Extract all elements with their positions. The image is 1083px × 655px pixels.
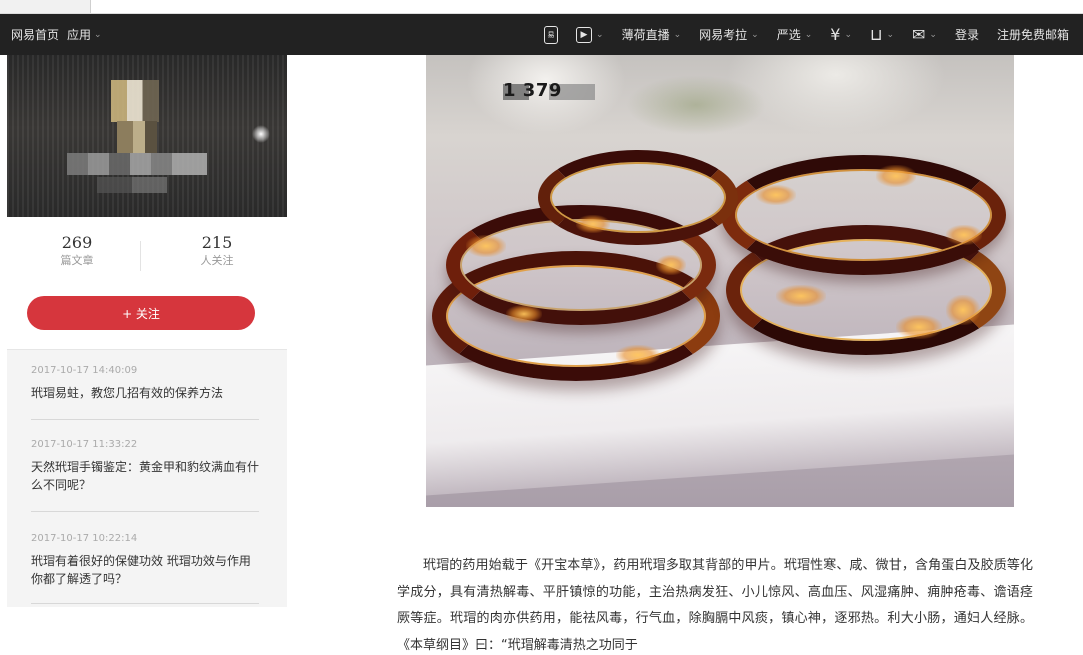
login-link[interactable]: 登录	[946, 14, 988, 55]
article-body: 玳瑁的药用始载于《开宝本草》，药用玳瑁多取其背部的甲片。玳瑁性寒、咸、微甘，含角…	[397, 553, 1033, 655]
followers-count: 215	[201, 233, 233, 252]
chevron-down-icon: ⌄	[929, 29, 937, 40]
register-mail-link[interactable]: 注册免费邮箱	[988, 14, 1078, 55]
stats-divider	[140, 241, 141, 271]
chevron-down-icon: ⌄	[751, 29, 759, 40]
list-item[interactable]: 2017-10-17 10:22:14 玳瑁有着很好的保健功效 玳瑁功效与作用你…	[31, 532, 259, 604]
author-cover-image	[7, 55, 287, 217]
followers-stat[interactable]: 215 人关注	[147, 233, 287, 268]
article-time: 2017-10-17 11:33:22	[31, 439, 138, 450]
avatar	[111, 80, 159, 122]
chevron-down-icon: ⌄	[886, 29, 895, 40]
video-menu[interactable]: ▶ ⌄	[567, 14, 613, 55]
kaola-menu[interactable]: 网易考拉 ⌄	[690, 14, 768, 55]
author-sidebar: 269 篇文章 215 人关注 + 关注 2017-10-17 14:40:09…	[7, 55, 287, 607]
chevron-down-icon: ⌄	[804, 29, 813, 40]
apps-menu[interactable]: 应用 ⌄	[67, 26, 102, 43]
chevron-down-icon: ⌄	[673, 29, 682, 40]
article-time: 2017-10-17 10:22:14	[31, 533, 138, 544]
yanxuan-menu[interactable]: 严选 ⌄	[768, 14, 822, 55]
live-menu[interactable]: 薄荷直播 ⌄	[613, 14, 691, 55]
article-photo-bangles: 1 379	[426, 55, 1014, 507]
article-time: 2017-10-17 14:40:09	[31, 365, 138, 376]
video-play-icon: ▶	[576, 26, 593, 43]
address-bar[interactable]	[90, 0, 1083, 13]
browser-address-strip	[0, 0, 1083, 14]
list-item[interactable]: 2017-10-17 14:40:09 玳瑁易蛀，教您几招有效的保养方法	[31, 364, 259, 420]
apps-menu-label: 应用	[67, 28, 92, 42]
mail-icon: ✉	[912, 25, 926, 44]
list-item[interactable]: 2017-10-17 11:33:22 天然玳瑁手镯鉴定：黄金甲和豹纹满血有什么…	[31, 438, 259, 512]
author-name-blurred	[67, 153, 207, 175]
live-menu-label: 薄荷直播	[621, 28, 670, 42]
article-title-link[interactable]: 天然玳瑁手镯鉴定：黄金甲和豹纹满血有什么不同呢？	[31, 458, 259, 494]
articles-stat[interactable]: 269 篇文章	[7, 233, 147, 268]
article-paragraph: 玳瑁的药用始载于《开宝本草》，药用玳瑁多取其背部的甲片。玳瑁性寒、咸、微甘，含角…	[397, 558, 1033, 654]
cart-menu[interactable]: ⊔ ⌄	[861, 14, 903, 55]
home-link[interactable]: 网易首页	[11, 26, 59, 43]
article-title-link[interactable]: 玳瑁易蛀，教您几招有效的保养方法	[31, 384, 259, 402]
article-title-link[interactable]: 玳瑁有着很好的保健功效 玳瑁功效与作用你都了解透了吗？	[31, 552, 259, 588]
follow-button[interactable]: + 关注	[27, 296, 255, 330]
articles-label: 篇文章	[60, 254, 94, 267]
phone-app-icon: 易	[544, 25, 559, 44]
yen-icon: ¥	[830, 25, 841, 44]
tortoiseshell-bangle	[538, 150, 738, 245]
kaola-menu-label: 网易考拉	[699, 28, 748, 42]
tortoiseshell-bangle	[721, 155, 1006, 275]
articles-count: 269	[61, 233, 93, 252]
top-navigation-bar: 网易首页 应用 ⌄ 易 ▶ ⌄ 薄荷直播 ⌄ 网易考拉 ⌄ 严选 ⌄ ¥ ⌄ ⊔…	[0, 14, 1083, 55]
finance-menu[interactable]: ¥ ⌄	[821, 14, 861, 55]
chevron-down-icon: ⌄	[844, 29, 852, 40]
chevron-down-icon: ⌄	[94, 29, 102, 40]
mobile-app-menu[interactable]: 易	[535, 14, 567, 55]
followers-label: 人关注	[200, 254, 234, 267]
yanxuan-menu-label: 严选	[776, 28, 801, 42]
recent-articles-list: 2017-10-17 14:40:09 玳瑁易蛀，教您几招有效的保养方法 201…	[7, 349, 287, 607]
author-stats: 269 篇文章 215 人关注	[7, 233, 287, 281]
chevron-down-icon: ⌄	[596, 29, 604, 40]
photo-watermark: 1 379	[503, 80, 562, 101]
mail-menu[interactable]: ✉ ⌄	[903, 14, 946, 55]
cart-icon: ⊔	[869, 25, 883, 44]
